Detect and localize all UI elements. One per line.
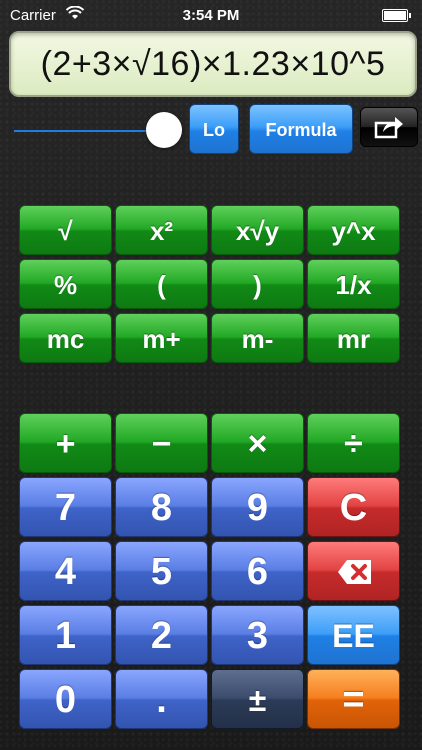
equals-key[interactable]: = xyxy=(307,669,400,729)
multiply-key[interactable]: × xyxy=(211,413,304,473)
digit-0-key[interactable]: 0 xyxy=(19,669,112,729)
digit-1-key[interactable]: 1 xyxy=(19,605,112,665)
calculator-display: (2+3×√16)×1.23×10^5 xyxy=(9,31,417,97)
clear-key[interactable]: C xyxy=(307,477,400,537)
divide-key[interactable]: ÷ xyxy=(307,413,400,473)
backspace-key[interactable] xyxy=(307,541,400,601)
digit-5-key[interactable]: 5 xyxy=(115,541,208,601)
root-y-key[interactable]: x√y xyxy=(211,205,304,255)
memory-clear-key[interactable]: mc xyxy=(19,313,112,363)
memory-minus-key[interactable]: m- xyxy=(211,313,304,363)
plus-key[interactable]: + xyxy=(19,413,112,473)
digit-6-key[interactable]: 6 xyxy=(211,541,304,601)
precision-slider-track[interactable] xyxy=(14,130,164,132)
power-key[interactable]: y^x xyxy=(307,205,400,255)
lo-button[interactable]: Lo xyxy=(189,104,239,154)
digit-7-key[interactable]: 7 xyxy=(19,477,112,537)
digit-8-key[interactable]: 8 xyxy=(115,477,208,537)
digit-4-key[interactable]: 4 xyxy=(19,541,112,601)
share-icon xyxy=(374,117,403,139)
share-button[interactable] xyxy=(360,107,418,147)
decimal-point-key[interactable]: . xyxy=(115,669,208,729)
reciprocal-key[interactable]: 1/x xyxy=(307,259,400,309)
square-key[interactable]: x² xyxy=(115,205,208,255)
sqrt-key[interactable]: √ xyxy=(19,205,112,255)
right-paren-key[interactable]: ) xyxy=(211,259,304,309)
clock: 3:54 PM xyxy=(182,7,240,24)
memory-recall-key[interactable]: mr xyxy=(307,313,400,363)
exponent-key[interactable]: EE xyxy=(307,605,400,665)
digit-3-key[interactable]: 3 xyxy=(211,605,304,665)
percent-key[interactable]: % xyxy=(19,259,112,309)
memory-plus-key[interactable]: m+ xyxy=(115,313,208,363)
precision-slider-thumb[interactable] xyxy=(146,112,182,148)
plus-minus-key[interactable]: ± xyxy=(211,669,304,729)
digit-2-key[interactable]: 2 xyxy=(115,605,208,665)
digit-9-key[interactable]: 9 xyxy=(211,477,304,537)
battery-icon xyxy=(382,9,411,22)
minus-key[interactable]: − xyxy=(115,413,208,473)
backspace-icon xyxy=(338,560,371,584)
status-bar: Carrier 3:54 PM xyxy=(0,0,422,30)
formula-button[interactable]: Formula xyxy=(249,104,353,154)
left-paren-key[interactable]: ( xyxy=(115,259,208,309)
